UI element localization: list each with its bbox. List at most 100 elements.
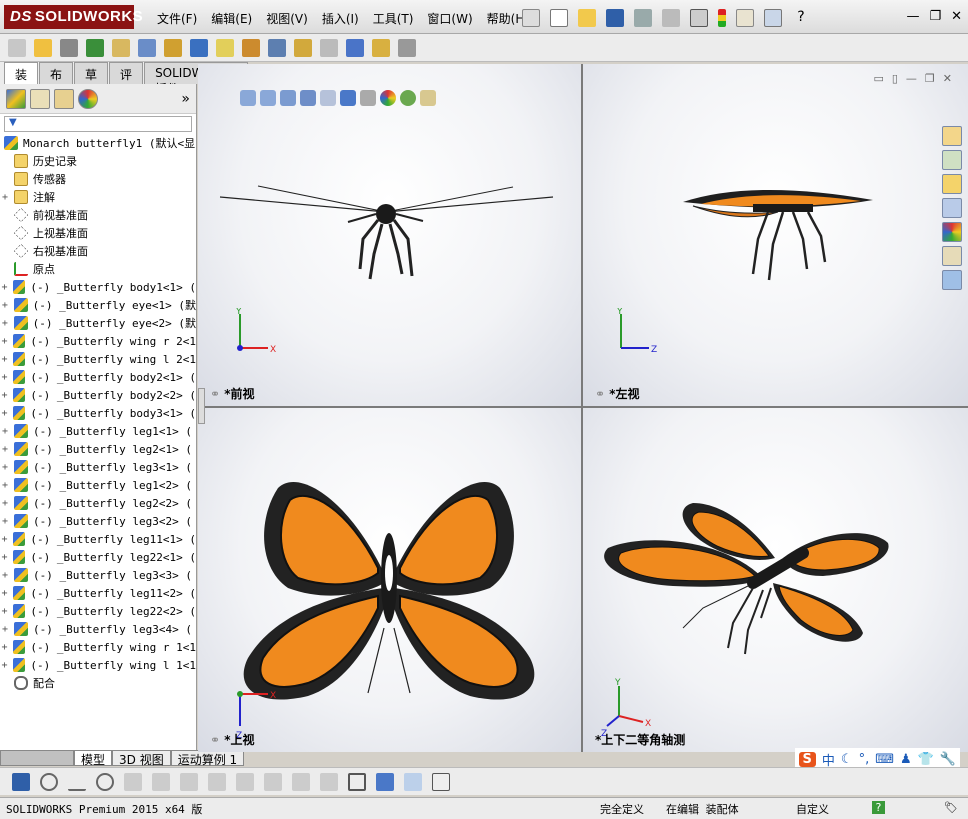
- tab-3d-views[interactable]: 3D 视图: [112, 750, 171, 767]
- user-icon[interactable]: ♟: [900, 752, 912, 767]
- configuration-manager-icon[interactable]: [54, 88, 74, 109]
- expand-toggle[interactable]: +: [0, 570, 10, 581]
- line-tool-icon[interactable]: [68, 773, 86, 791]
- box-3d-icon[interactable]: [348, 772, 366, 791]
- file-explorer-icon[interactable]: [942, 174, 962, 194]
- linear-pattern-icon[interactable]: [86, 38, 104, 57]
- feature-tree-icon[interactable]: [6, 88, 26, 109]
- exploded-view-icon[interactable]: [294, 38, 312, 57]
- show-hidden-icon[interactable]: [164, 38, 182, 57]
- display-manager-icon[interactable]: [78, 88, 98, 109]
- menu-edit[interactable]: 编辑(E): [204, 10, 259, 27]
- clearance-verification-icon[interactable]: [372, 38, 390, 57]
- menu-file[interactable]: 文件(F): [150, 10, 204, 27]
- property-manager-icon[interactable]: [30, 88, 50, 109]
- minimize-icon[interactable]: —: [906, 9, 919, 24]
- trim-tool-icon[interactable]: [124, 772, 142, 791]
- expand-toggle[interactable]: +: [0, 516, 10, 527]
- tree-item[interactable]: 配合: [0, 674, 196, 692]
- sogou-logo[interactable]: S: [798, 752, 816, 767]
- polygon-tool-icon[interactable]: [96, 772, 114, 791]
- expand-toggle[interactable]: +: [0, 300, 10, 311]
- tree-item[interactable]: 传感器: [0, 170, 196, 188]
- tree-item[interactable]: + (-) _Butterfly leg22<2> (: [0, 602, 196, 620]
- undo-icon[interactable]: [662, 9, 680, 27]
- fillet-tool-icon[interactable]: [180, 772, 198, 791]
- expand-toggle[interactable]: +: [0, 372, 9, 383]
- tree-item[interactable]: + (-) _Butterfly leg3<2> (: [0, 512, 196, 530]
- tab-sketch[interactable]: 草图: [74, 62, 109, 99]
- appearances-icon[interactable]: [942, 222, 962, 242]
- half-width-icon[interactable]: ☾: [841, 752, 853, 767]
- skin-icon[interactable]: 👕: [918, 752, 934, 767]
- pin-icon[interactable]: [522, 9, 540, 27]
- bill-of-materials-icon[interactable]: [268, 38, 286, 57]
- expand-toggle[interactable]: +: [0, 336, 9, 347]
- expand-toggle[interactable]: +: [0, 642, 9, 653]
- custom-properties-icon[interactable]: [942, 246, 962, 266]
- smart-dimension-icon[interactable]: [264, 772, 282, 791]
- expand-panel-icon[interactable]: »: [181, 91, 190, 107]
- tree-item[interactable]: + (-) _Butterfly leg1<2> (: [0, 476, 196, 494]
- tree-item[interactable]: + (-) _Butterfly body2<1> (: [0, 368, 196, 386]
- tree-item[interactable]: + (-) _Butterfly leg3<3> (: [0, 566, 196, 584]
- settings-wrench-icon[interactable]: 🔧: [940, 752, 956, 767]
- tree-item[interactable]: + (-) _Butterfly leg11<2> (: [0, 584, 196, 602]
- open-folder-icon[interactable]: [578, 9, 596, 27]
- circle-tool-icon[interactable]: [40, 772, 58, 791]
- tree-filter[interactable]: ▼: [4, 116, 192, 132]
- viewport-front[interactable]: YX ⚭ *前视: [198, 64, 581, 406]
- tree-item[interactable]: + (-) _Butterfly eye<2> (默: [0, 314, 196, 332]
- tree-item[interactable]: + (-) _Butterfly eye<1> (默: [0, 296, 196, 314]
- tree-item[interactable]: + (-) _Butterfly body2<2> (: [0, 386, 196, 404]
- tree-item[interactable]: + (-) _Butterfly wing l 1<1: [0, 656, 196, 674]
- reference-geometry-icon[interactable]: [216, 38, 234, 57]
- paperclip-mate-icon[interactable]: [60, 38, 78, 57]
- view-palette-icon[interactable]: [942, 198, 962, 218]
- smart-fasteners-icon[interactable]: [112, 38, 130, 57]
- new-document-icon[interactable]: [550, 9, 568, 27]
- tree-item[interactable]: 上视基准面: [0, 224, 196, 242]
- tree-item[interactable]: + (-) _Butterfly leg11<1> (: [0, 530, 196, 548]
- tree-item[interactable]: + (-) _Butterfly body1<1> (: [0, 278, 196, 296]
- viewport-left[interactable]: ▭ ▯ — ❐ ✕ YZ ⚭ *左视: [583, 64, 968, 406]
- expand-toggle[interactable]: +: [0, 552, 9, 563]
- punctuation-icon[interactable]: °,: [859, 752, 870, 767]
- expand-toggle[interactable]: +: [0, 498, 10, 509]
- offset-tool-icon[interactable]: [208, 772, 226, 791]
- save-icon[interactable]: [606, 9, 624, 27]
- tree-item[interactable]: + (-) _Butterfly wing r 2<1: [0, 332, 196, 350]
- expand-toggle[interactable]: +: [0, 588, 9, 599]
- tree-item[interactable]: 前视基准面: [0, 206, 196, 224]
- solidworks-logo[interactable]: DS SOLIDWORKS: [4, 5, 143, 29]
- select-cursor-icon[interactable]: [690, 9, 708, 27]
- tab-scroll-nav[interactable]: [0, 750, 74, 766]
- viewport-top[interactable]: XZ ⚭ *上视: [198, 408, 581, 752]
- interference-detection-icon[interactable]: [346, 38, 364, 57]
- file-properties-icon[interactable]: [736, 9, 754, 27]
- expand-toggle[interactable]: +: [0, 444, 10, 455]
- menu-view[interactable]: 视图(V): [259, 10, 315, 27]
- tree-item[interactable]: + (-) _Butterfly leg3<1> (: [0, 458, 196, 476]
- link-view-icon[interactable]: ⚭: [595, 387, 605, 401]
- mirror-tool-icon[interactable]: [320, 772, 338, 791]
- tree-root[interactable]: Monarch butterfly1 (默认<显: [0, 134, 196, 152]
- tree-item[interactable]: + 注解: [0, 188, 196, 206]
- tree-item[interactable]: + (-) _Butterfly wing l 2<1: [0, 350, 196, 368]
- expand-toggle[interactable]: +: [0, 660, 9, 671]
- corner-tool-icon[interactable]: [236, 772, 254, 791]
- shaded-display-icon[interactable]: [376, 772, 394, 791]
- instant3d-icon[interactable]: [398, 38, 416, 57]
- tree-item[interactable]: + (-) _Butterfly body3<1> (: [0, 404, 196, 422]
- tree-item[interactable]: 历史记录: [0, 152, 196, 170]
- expand-toggle[interactable]: +: [0, 534, 9, 545]
- tree-item[interactable]: 右视基准面: [0, 242, 196, 260]
- expand-toggle[interactable]: +: [0, 408, 9, 419]
- keyboard-icon[interactable]: ⌨: [875, 752, 894, 767]
- expand-toggle[interactable]: +: [0, 354, 9, 365]
- tab-motion-study[interactable]: 运动算例 1: [170, 750, 245, 767]
- rebuild-traffic-light-icon[interactable]: [718, 9, 726, 27]
- design-library-icon[interactable]: [942, 150, 962, 170]
- close-icon[interactable]: ✕: [951, 9, 962, 24]
- camera-view-icon[interactable]: [404, 772, 422, 791]
